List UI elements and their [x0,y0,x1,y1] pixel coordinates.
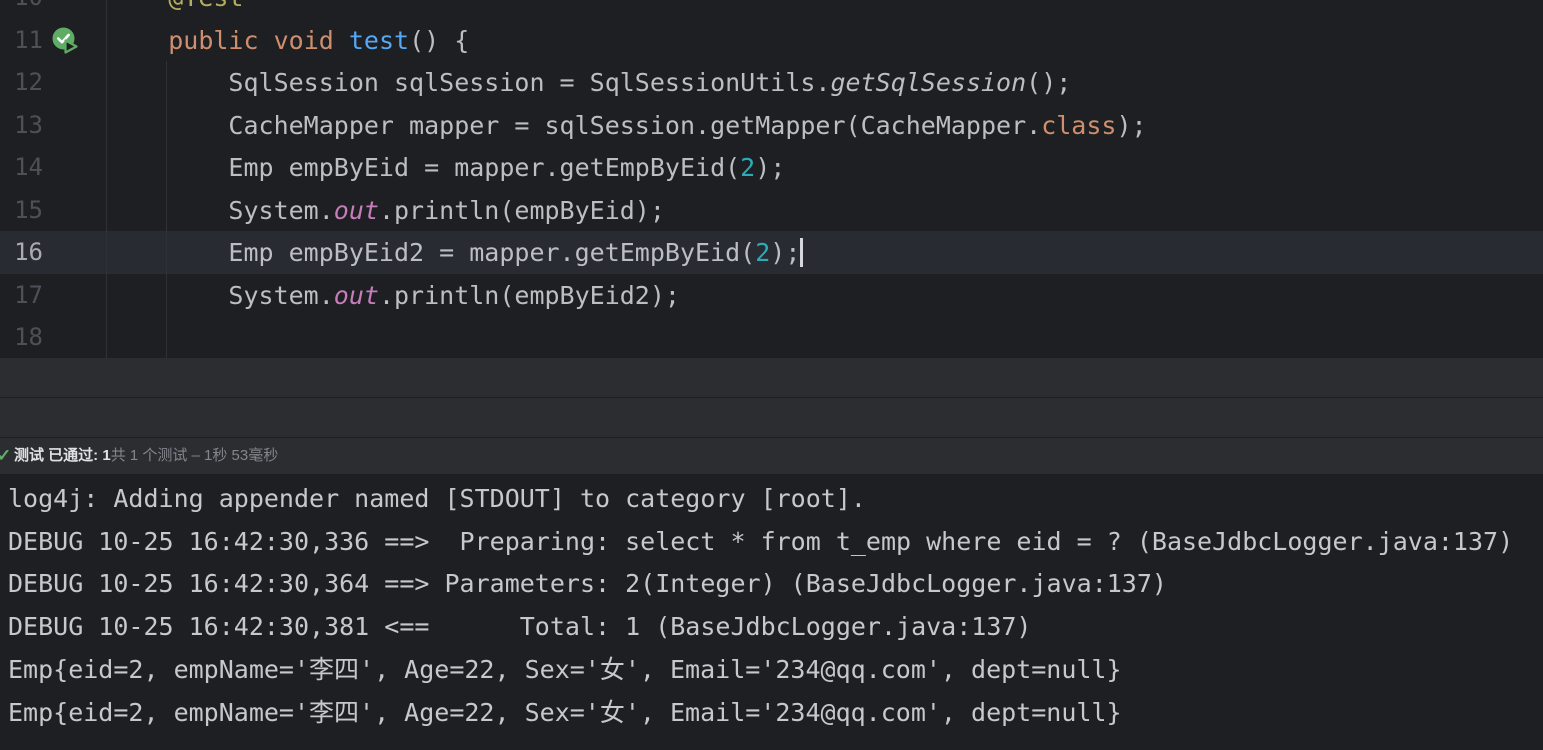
code-text: Emp empByEid2 = mapper.getEmpByEid(2); [108,231,800,274]
code-text: Emp empByEid = mapper.getEmpByEid(2); [108,146,785,189]
token-static_field: out [334,281,379,310]
console-line: log4j: Adding appender named [STDOUT] to… [8,477,866,520]
token-plain: .println(empByEid2); [379,281,680,310]
code-text: System.out.println(empByEid2); [108,274,680,317]
text-cursor [800,238,803,267]
code-line[interactable]: 10 @Test [0,0,1543,19]
token-number: 2 [740,153,755,182]
console-line: Emp{eid=2, empName='李四', Age=22, Sex='女'… [8,648,1122,691]
code-line[interactable]: 16 Emp empByEid2 = mapper.getEmpByEid(2)… [0,231,1543,274]
run-panel-toolbar [0,398,1543,437]
gutter-separator [106,0,107,358]
line-number[interactable]: 16 [0,231,43,274]
indent-guide [166,61,167,358]
console-output[interactable]: log4j: Adding appender named [STDOUT] to… [0,474,1543,750]
token-plain: System. [228,281,333,310]
test-summary-label: 共 1 个测试 – 1秒 53毫秒 [111,447,279,464]
code-line[interactable]: 12 SqlSession sqlSession = SqlSessionUti… [0,61,1543,104]
console-line: DEBUG 10-25 16:42:30,381 <== Total: 1 (B… [8,605,1032,648]
test-status-text: 测试 已通过: 1共 1 个测试 – 1秒 53毫秒 [14,438,278,474]
code-text: System.out.println(empByEid); [108,189,665,232]
line-number[interactable]: 15 [0,189,43,232]
token-keyword: class [1041,111,1116,140]
console-line: Emp{eid=2, empName='李四', Age=22, Sex='女'… [8,691,1122,734]
code-line[interactable]: 14 Emp empByEid = mapper.getEmpByEid(2); [0,146,1543,189]
code-line[interactable]: 17 System.out.println(empByEid2); [0,274,1543,317]
token-static_method: getSqlSession [830,68,1026,97]
line-number[interactable]: 14 [0,146,43,189]
token-plain [259,26,274,55]
token-annotation: @Test [168,0,243,12]
token-plain: .println(empByEid); [379,196,665,225]
code-line[interactable]: 15 System.out.println(empByEid); [0,189,1543,232]
line-number[interactable]: 11 [0,19,43,62]
token-plain: Emp empByEid = mapper.getEmpByEid( [228,153,740,182]
token-plain [334,26,349,55]
token-plain: () { [409,26,469,55]
code-line[interactable]: 11 public void test() { [0,19,1543,62]
token-plain: System. [228,196,333,225]
code-text: @Test [108,0,243,19]
token-plain: SqlSession sqlSession = SqlSessionUtils. [228,68,830,97]
code-text: SqlSession sqlSession = SqlSessionUtils.… [108,61,1071,104]
test-status-bar: ✓ 测试 已通过: 1共 1 个测试 – 1秒 53毫秒 [0,438,1543,474]
code-line[interactable]: 13 CacheMapper mapper = sqlSession.getMa… [0,104,1543,147]
token-plain: ); [1116,111,1146,140]
line-number[interactable]: 12 [0,61,43,104]
code-text: public void test() { [108,19,469,62]
token-static_field: out [334,196,379,225]
token-plain: CacheMapper mapper = sqlSession.getMappe… [228,111,1041,140]
code-line[interactable]: 18 [0,316,1543,358]
token-number: 2 [755,238,770,267]
code-editor[interactable]: 10 @Test11 public void test() {12 SqlSes… [0,0,1543,358]
token-plain: ); [755,153,785,182]
token-keyword: void [274,26,334,55]
line-number[interactable]: 10 [0,0,43,19]
console-line: DEBUG 10-25 16:42:30,336 ==> Preparing: … [8,520,1513,563]
token-plain: Emp empByEid2 = mapper.getEmpByEid( [228,238,755,267]
editor-bottom-bar [0,358,1543,397]
line-number[interactable]: 17 [0,274,43,317]
test-passed-check-icon: ✓ [0,438,11,474]
ide-window: 10 @Test11 public void test() {12 SqlSes… [0,0,1543,750]
console-line: DEBUG 10-25 16:42:30,364 ==> Parameters:… [8,562,1167,605]
line-number[interactable]: 18 [0,316,43,358]
line-number[interactable]: 13 [0,104,43,147]
token-keyword: public [168,26,258,55]
test-passed-label: 测试 已通过: 1 [14,447,111,464]
code-text: CacheMapper mapper = sqlSession.getMappe… [108,104,1147,147]
token-method: test [349,26,409,55]
test-passed-run-icon[interactable] [52,27,82,55]
token-plain: ); [770,238,800,267]
token-plain: (); [1026,68,1071,97]
